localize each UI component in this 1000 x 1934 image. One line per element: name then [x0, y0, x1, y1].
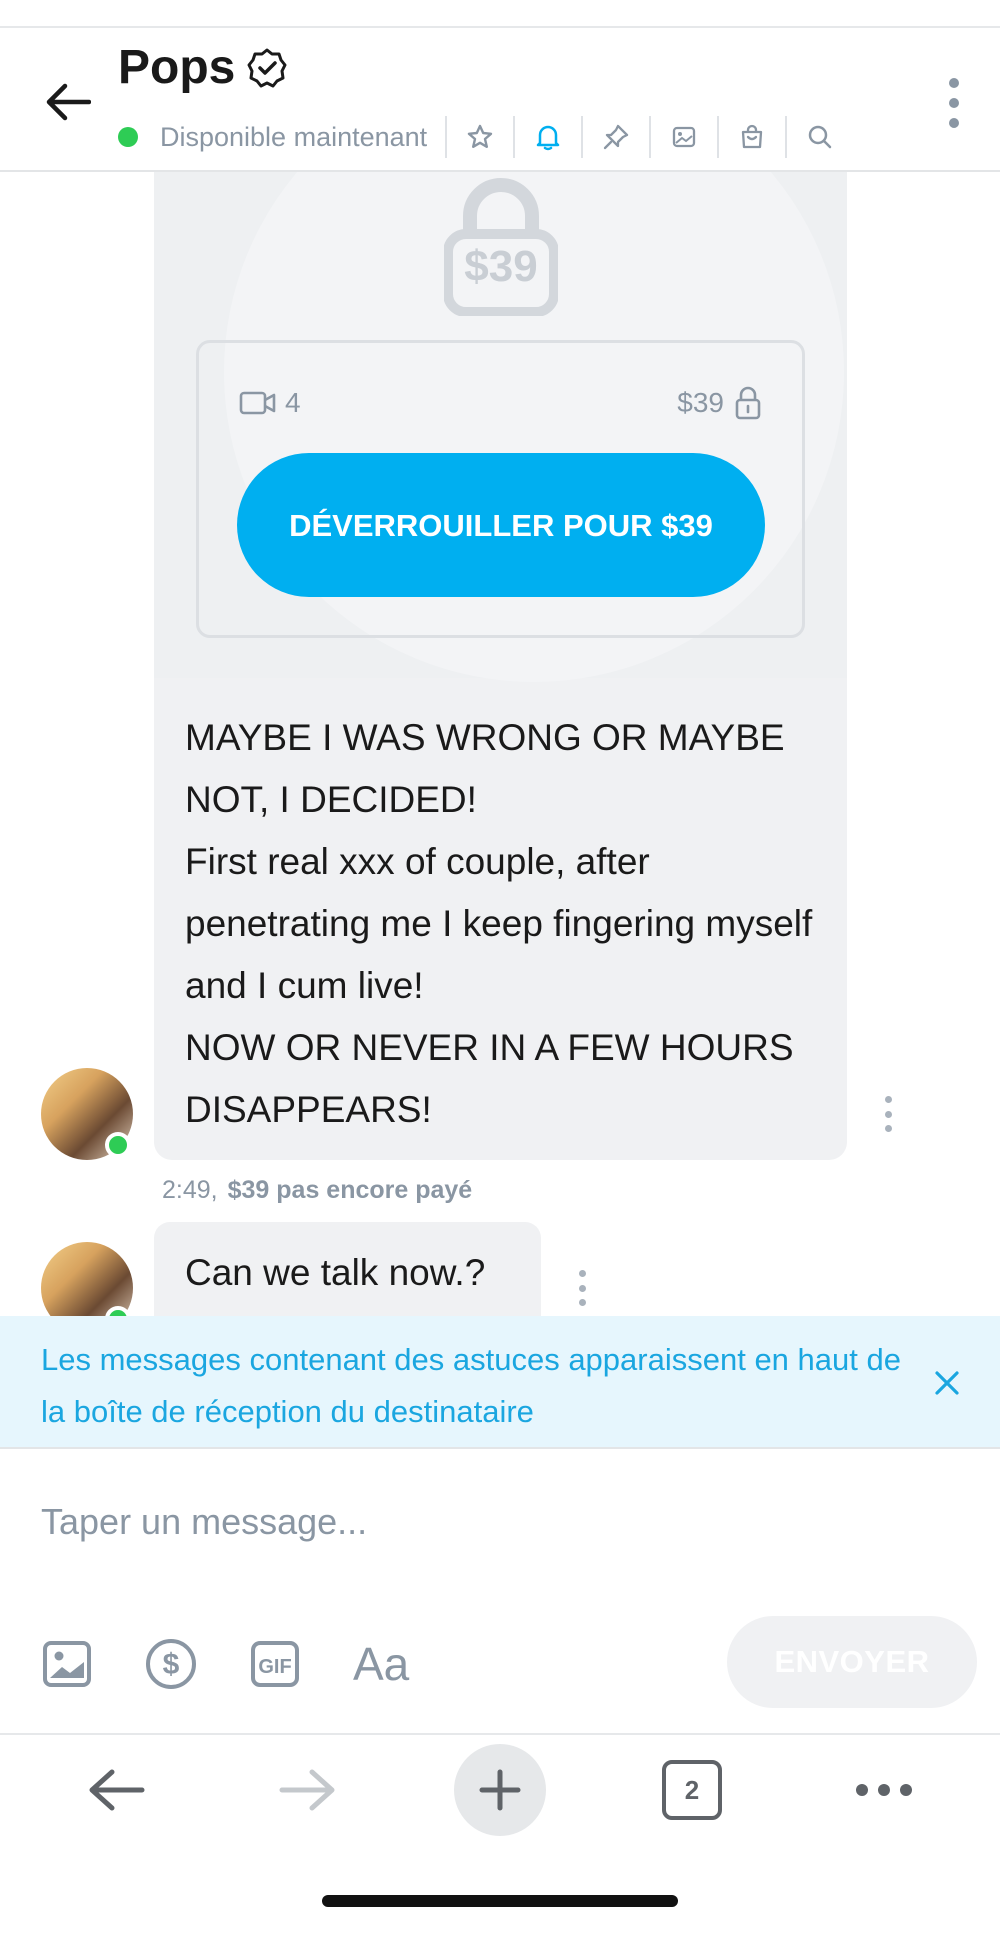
- browser-back-icon[interactable]: [61, 1735, 171, 1845]
- browser-forward-icon[interactable]: [253, 1735, 363, 1845]
- svg-text:$: $: [163, 1648, 180, 1681]
- browser-menu-icon[interactable]: [829, 1735, 939, 1845]
- media-count: 4: [239, 387, 301, 419]
- status-row: Disponible maintenant: [118, 112, 835, 162]
- composer-tools: $ GIF Aa: [41, 1635, 409, 1693]
- tip-dollar-icon[interactable]: $: [145, 1638, 197, 1690]
- image-icon[interactable]: [669, 122, 699, 152]
- message-options-icon[interactable]: [883, 1096, 893, 1132]
- title-row: Pops: [118, 41, 289, 95]
- price-value: $39: [677, 387, 724, 418]
- tip-info-banner: Les messages contenant des astuces appar…: [0, 1316, 1000, 1449]
- tab-count: 2: [684, 1774, 700, 1805]
- new-tab-plus-icon[interactable]: [454, 1744, 546, 1836]
- message-text: Can we talk now.?: [185, 1252, 486, 1293]
- chat-header: Pops Disponible maintenant: [0, 28, 1000, 172]
- unlock-button[interactable]: DÉVERROUILLER POUR $39: [237, 453, 765, 597]
- message-text: MAYBE I WAS WRONG OR MAYBE NOT, I DECIDE…: [185, 717, 813, 1130]
- unlock-price: $39: [677, 385, 762, 421]
- send-button[interactable]: ENVOYER: [727, 1616, 977, 1708]
- message-input[interactable]: [41, 1487, 941, 1557]
- avatar[interactable]: [41, 1242, 133, 1316]
- tab-switcher-button[interactable]: 2: [662, 1760, 722, 1820]
- bell-icon[interactable]: [533, 122, 563, 152]
- more-options-icon[interactable]: [944, 78, 964, 128]
- close-icon[interactable]: [924, 1360, 970, 1406]
- message-options-icon[interactable]: [577, 1270, 587, 1306]
- browser-toolbar: 2: [0, 1735, 1000, 1845]
- message-composer: $ GIF Aa ENVOYER: [0, 1449, 1000, 1735]
- search-icon[interactable]: [805, 122, 835, 152]
- pin-icon[interactable]: [601, 122, 631, 152]
- attach-image-icon[interactable]: [41, 1638, 93, 1690]
- payment-status: $39 pas encore payé: [227, 1176, 473, 1204]
- star-icon[interactable]: [465, 122, 495, 152]
- shopping-bag-icon[interactable]: [737, 122, 767, 152]
- online-indicator: [118, 127, 138, 147]
- locked-message-bubble: $39 4 $39 DÉVERROUILLER POUR $39 MAYBE I…: [154, 172, 847, 1160]
- locked-media-preview: $39 4 $39 DÉVERROUILLER POUR $39: [154, 172, 847, 682]
- back-arrow-icon[interactable]: [38, 72, 98, 132]
- chat-thread[interactable]: $39 4 $39 DÉVERROUILLER POUR $39 MAYBE I…: [0, 172, 1000, 1316]
- video-camera-icon: [239, 391, 276, 415]
- message-bubble: Can we talk now.?: [154, 1222, 541, 1316]
- locked-price-label: $39: [464, 242, 538, 291]
- svg-text:GIF: GIF: [258, 1656, 291, 1678]
- message-time: 2:49,: [162, 1176, 218, 1204]
- contact-name[interactable]: Pops: [118, 41, 235, 95]
- online-indicator: [105, 1132, 131, 1158]
- verified-badge-icon: [247, 47, 289, 89]
- message-meta: 2:49, $39 pas encore payé: [162, 1176, 472, 1205]
- media-count-value: 4: [285, 387, 301, 418]
- gif-icon[interactable]: GIF: [249, 1638, 301, 1690]
- status-bar-area: [0, 0, 1000, 28]
- home-indicator[interactable]: [322, 1895, 678, 1907]
- banner-text: Les messages contenant des astuces appar…: [41, 1342, 901, 1429]
- small-lock-icon: [735, 386, 761, 420]
- text-format-button[interactable]: Aa: [353, 1638, 409, 1690]
- unlock-card: 4 $39 DÉVERROUILLER POUR $39: [196, 340, 805, 638]
- availability-status: Disponible maintenant: [160, 121, 428, 152]
